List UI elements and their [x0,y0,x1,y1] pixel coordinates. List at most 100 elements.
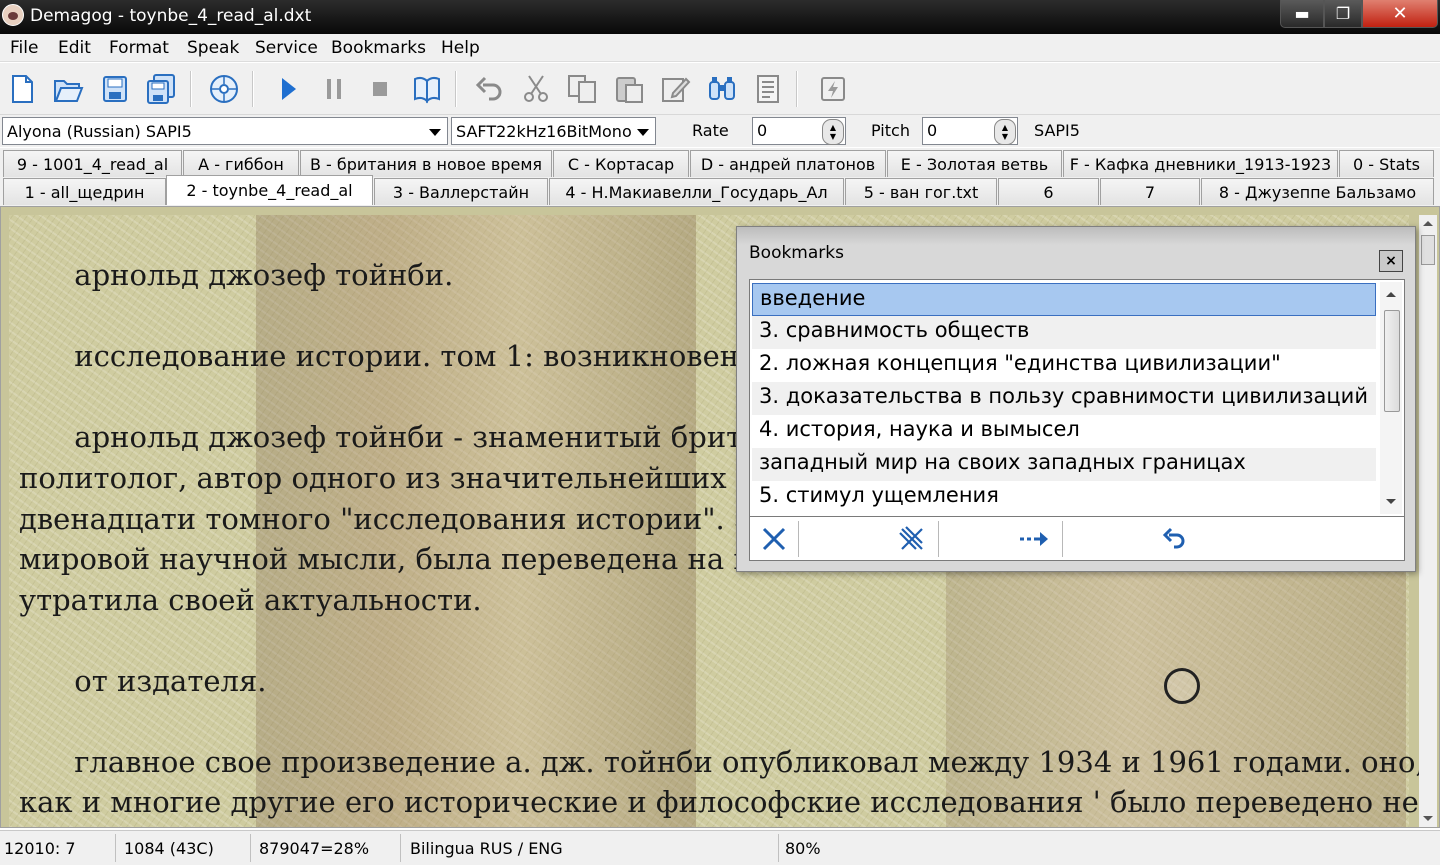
text-line[interactable]: политолог, автор одного из значительнейш… [19,458,755,499]
voice-select-value: Alyona (Russian) SAPI5 [7,122,192,141]
return-icon[interactable] [1154,519,1194,559]
list-item[interactable]: западный мир на своих западных границах [752,448,1376,481]
goto-icon[interactable] [1014,519,1054,559]
list-item[interactable]: 3. доказательства в пользу сравнимости ц… [752,382,1376,415]
tab-9[interactable]: 9 - 1001_4_read_al [3,150,182,177]
voice-settings-bar: Alyona (Russian) SAPI5 SAFT22kHz16BitMon… [0,115,1440,147]
text-line[interactable]: главное свое произведение а. дж. тойнби … [19,742,1424,783]
menu-format[interactable]: Format [109,38,169,58]
tab-d[interactable]: D - андрей платонов [690,150,886,177]
toolbar-separator [1062,521,1063,557]
tab-b[interactable]: B - британия в новое время [300,150,552,177]
scroll-down-icon[interactable] [1423,816,1433,821]
text-line[interactable]: арнольд джозеф тойнби. [19,255,453,296]
tab-3[interactable]: 3 - Валлерстайн [374,178,548,205]
tab-2-active[interactable]: 2 - toynbe_4_read_al [166,175,373,205]
text-line[interactable]: как и многие другие его исторические и ф… [19,782,1419,823]
tab-5[interactable]: 5 - ван гог.txt [845,178,997,205]
bookmarks-scrollbar[interactable] [1380,282,1402,514]
status-chars: 1084 (43C) [124,839,214,858]
status-position: 12010: 7 [4,839,76,858]
close-button[interactable]: ✕ [1362,0,1438,28]
toolbar-separator [938,521,939,557]
tab-f[interactable]: F - Кафка дневники_1913-1923 [1063,150,1338,177]
delete-icon[interactable] [754,519,794,559]
menu-service[interactable]: Service [255,38,318,58]
scroll-thumb[interactable] [1421,235,1435,265]
tab-0-stats[interactable]: 0 - Stats [1339,150,1434,177]
scroll-thumb[interactable] [1384,310,1400,412]
text-line[interactable]: исследование истории. том 1: возникновен… [19,336,775,377]
save-icon[interactable] [97,71,133,107]
tab-8[interactable]: 8 - Джузеппе Бальзамо [1201,178,1434,205]
bookmarks-title: Bookmarks [749,243,844,263]
close-icon[interactable]: × [1379,250,1403,272]
text-line[interactable]: мировой научной мысли, была переведена н… [19,539,766,580]
status-dictionary: Bilingua RUS / ENG [410,839,563,858]
status-separator [115,834,116,862]
play-icon[interactable] [270,71,306,107]
stop-icon[interactable] [362,71,398,107]
delete-all-icon[interactable] [892,519,932,559]
binoculars-icon[interactable] [704,71,740,107]
flash-icon[interactable] [815,71,851,107]
menu-help[interactable]: Help [441,38,480,58]
pitch-spinner[interactable]: ▲ ▼ [994,119,1016,145]
list-item[interactable]: 5. стимул ущемления [752,481,1376,514]
minimize-button[interactable]: ▬ [1280,0,1324,28]
toolbar-separator [796,71,798,107]
save-all-icon[interactable] [143,71,179,107]
new-file-icon[interactable] [4,71,40,107]
text-line[interactable]: арнольд джозеф тойнби - знаменитый брита [19,417,759,458]
maximize-button[interactable]: ❐ [1324,0,1362,28]
bookmarks-list[interactable]: введение 3. сравнимость обществ 2. ложна… [749,279,1405,517]
list-item[interactable]: введение [752,283,1376,316]
tab-c[interactable]: C - Кортасар [553,150,689,177]
status-separator [250,834,251,862]
menu-bar: File Edit Format Speak Service Bookmarks… [0,34,1440,62]
text-line[interactable]: утратила своей актуальности. [19,580,482,621]
voice-select[interactable]: Alyona (Russian) SAPI5 [2,117,448,145]
scroll-up-icon[interactable] [1386,292,1396,297]
spin-up-icon: ▲ [829,123,837,132]
paste-icon[interactable] [611,71,647,107]
tab-a[interactable]: A - гиббон [183,150,299,177]
undo-icon[interactable] [471,71,507,107]
list-item[interactable]: 2. ложная концепция "единства цивилизаци… [752,349,1376,382]
open-folder-icon[interactable] [50,71,86,107]
bookmarks-toolbar [749,517,1405,561]
tab-e[interactable]: E - Золотая ветвь [887,150,1062,177]
copy-icon[interactable] [564,71,600,107]
menu-file[interactable]: File [10,38,38,58]
scroll-up-icon[interactable] [1423,221,1433,226]
list-item[interactable]: 4. история, наука и вымысел [752,415,1376,448]
edit-icon[interactable] [657,71,693,107]
tab-1[interactable]: 1 - all_щедрин [3,178,166,205]
book-icon[interactable] [409,71,445,107]
document-icon[interactable] [750,71,786,107]
menu-bookmarks[interactable]: Bookmarks [331,38,426,58]
pause-icon[interactable] [316,71,352,107]
spin-down-icon: ▼ [829,132,837,141]
document-scrollbar[interactable] [1419,215,1437,827]
tab-6[interactable]: 6 [998,178,1099,205]
spin-up-icon: ▲ [1001,123,1009,132]
cd-icon[interactable] [206,71,242,107]
cut-icon[interactable] [518,71,554,107]
status-zoom: 80% [785,839,821,858]
menu-edit[interactable]: Edit [58,38,91,58]
format-select[interactable]: SAFT22kHz16BitMono [451,117,656,145]
app-icon[interactable] [2,4,24,26]
rate-label: Rate [692,121,729,140]
scroll-down-icon[interactable] [1386,499,1396,504]
tab-7[interactable]: 7 [1100,178,1200,205]
toolbar-separator [252,71,254,107]
text-line[interactable]: от издателя. [19,661,266,702]
document-tabs: 9 - 1001_4_read_al A - гиббон B - британ… [0,148,1440,206]
toolbar-separator [798,521,799,557]
text-line[interactable]: двенадцати томного "исследования истории… [19,499,766,540]
list-item[interactable]: 3. сравнимость обществ [752,316,1376,349]
tab-4[interactable]: 4 - Н.Макиавелли_Государь_Ал [549,178,844,205]
rate-spinner[interactable]: ▲ ▼ [822,119,844,145]
menu-speak[interactable]: Speak [187,38,239,58]
